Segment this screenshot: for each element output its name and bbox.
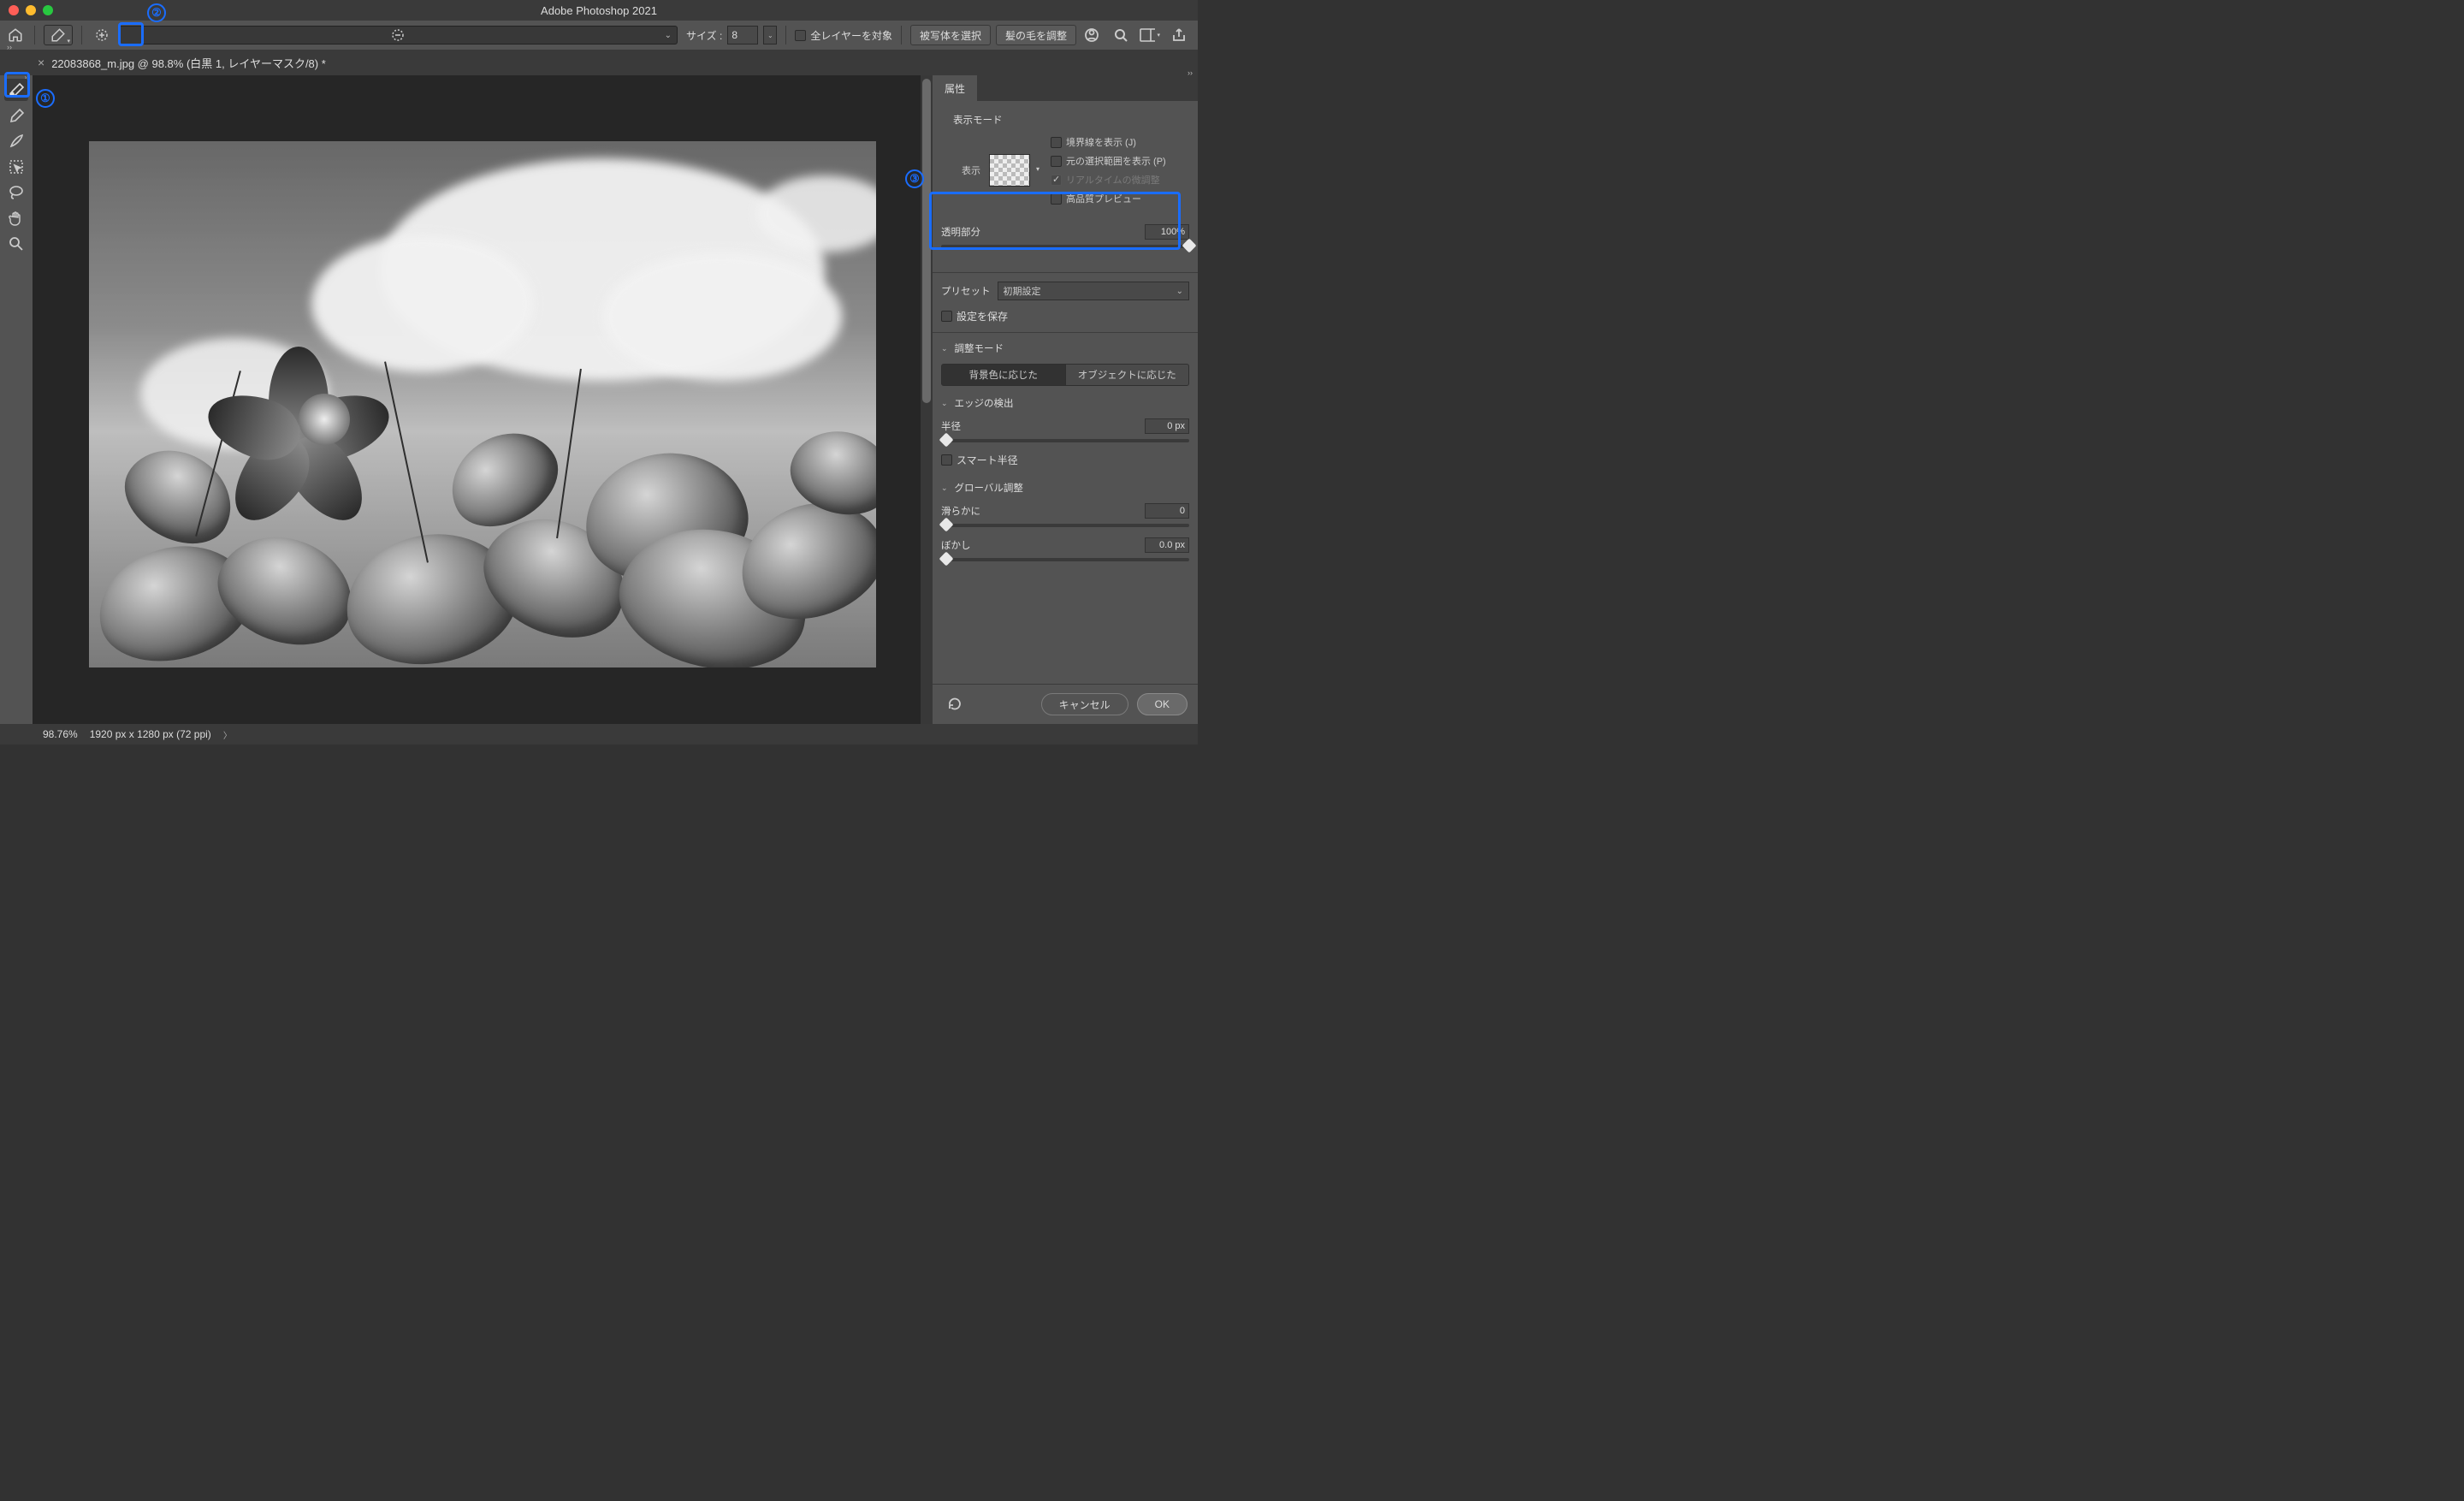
status-bar: 98.76% 1920 px x 1280 px (72 ppi) 〉 bbox=[0, 724, 1198, 745]
show-original-checkbox[interactable]: 元の選択範囲を表示 (P) bbox=[1051, 154, 1166, 168]
options-bar: サイズ : ⌄ 全レイヤーを対象 被写体を選択 髪の毛を調整 ▾ bbox=[0, 21, 1198, 50]
feather-slider[interactable] bbox=[941, 558, 1189, 561]
view-label: 表示 bbox=[962, 163, 980, 177]
radius-slider[interactable] bbox=[941, 439, 1189, 442]
checkbox-label: 全レイヤーを対象 bbox=[810, 28, 892, 43]
subtract-from-selection-icon[interactable] bbox=[118, 26, 678, 44]
status-arrow-icon[interactable]: 〉 bbox=[223, 728, 232, 741]
share-icon[interactable] bbox=[1169, 25, 1189, 45]
minimize-window-icon[interactable] bbox=[26, 5, 36, 15]
annotation-number-1: ① bbox=[36, 89, 55, 108]
document-tab-title[interactable]: 22083868_m.jpg @ 98.8% (白黒 1, レイヤーマスク/8)… bbox=[51, 55, 326, 71]
adjust-mode-segmented: 背景色に応じた オブジェクトに応じた bbox=[941, 364, 1189, 386]
adjust-mode-heading[interactable]: ⌄調整モード bbox=[941, 341, 1189, 355]
edge-detection-heading[interactable]: ⌄エッジの検出 bbox=[941, 396, 1189, 410]
properties-tab[interactable]: 属性 bbox=[933, 75, 977, 101]
smart-radius-checkbox[interactable]: スマート半径 bbox=[941, 453, 1189, 467]
expand-chevrons-icon[interactable]: ›› bbox=[7, 43, 12, 51]
preset-label: プリセット bbox=[941, 284, 991, 298]
smooth-label: 滑らかに bbox=[941, 504, 980, 518]
add-to-selection-icon[interactable] bbox=[91, 25, 113, 45]
title-bar: Adobe Photoshop 2021 bbox=[0, 0, 1198, 21]
brush-preset-picker[interactable] bbox=[44, 25, 73, 45]
brush-size-dropdown-icon[interactable]: ⌄ bbox=[763, 26, 777, 44]
left-toolbar: ›› bbox=[0, 75, 33, 724]
color-aware-button[interactable]: 背景色に応じた bbox=[941, 364, 1066, 386]
sample-all-layers-checkbox[interactable]: 全レイヤーを対象 bbox=[795, 28, 892, 43]
remember-settings-checkbox[interactable]: 設定を保存 bbox=[941, 309, 1189, 323]
transparency-slider[interactable] bbox=[941, 245, 1189, 248]
zoom-tool[interactable] bbox=[4, 233, 28, 255]
ok-button[interactable]: OK bbox=[1137, 693, 1188, 715]
realtime-refine-checkbox: リアルタイムの微調整 bbox=[1051, 173, 1166, 187]
vertical-scrollbar[interactable] bbox=[921, 75, 933, 724]
quick-selection-tool[interactable] bbox=[4, 79, 28, 101]
feather-value-input[interactable]: 0.0 px bbox=[1145, 537, 1189, 553]
object-selection-tool[interactable] bbox=[4, 156, 28, 178]
tab-close-icon[interactable]: × bbox=[38, 56, 44, 69]
show-edge-checkbox[interactable]: 境界線を表示 (J) bbox=[1051, 135, 1166, 149]
canvas-area bbox=[33, 75, 933, 724]
window-controls bbox=[0, 5, 53, 15]
cloud-documents-icon[interactable] bbox=[1081, 25, 1102, 45]
document-tab-bar: ›› × 22083868_m.jpg @ 98.8% (白黒 1, レイヤーマ… bbox=[0, 50, 1198, 75]
radius-label: 半径 bbox=[941, 419, 961, 433]
brush-size-input[interactable] bbox=[727, 26, 758, 44]
brush-tool[interactable] bbox=[4, 130, 28, 152]
status-zoom[interactable]: 98.76% bbox=[43, 728, 78, 740]
properties-panel: ›› 属性 表示モード 表示 境界線を表示 (J) 元の選択範囲を表示 (P) … bbox=[933, 75, 1198, 724]
hq-preview-checkbox[interactable]: 高品質プレビュー bbox=[1051, 192, 1166, 205]
workspace-switcher-icon[interactable]: ▾ bbox=[1140, 25, 1160, 45]
radius-value-input[interactable]: 0 px bbox=[1145, 418, 1189, 434]
preset-select[interactable]: 初期設定 bbox=[998, 282, 1190, 300]
select-subject-button[interactable]: 被写体を選択 bbox=[910, 25, 991, 45]
lasso-tool[interactable] bbox=[4, 181, 28, 204]
maximize-window-icon[interactable] bbox=[43, 5, 53, 15]
checkbox-icon bbox=[795, 30, 806, 41]
transparency-value-input[interactable]: 100% bbox=[1145, 224, 1189, 240]
refine-hair-button[interactable]: 髪の毛を調整 bbox=[996, 25, 1076, 45]
hand-tool[interactable] bbox=[4, 207, 28, 229]
cancel-button[interactable]: キャンセル bbox=[1041, 693, 1128, 715]
transparency-label: 透明部分 bbox=[941, 225, 980, 239]
search-icon[interactable] bbox=[1111, 25, 1131, 45]
size-label: サイズ : bbox=[686, 28, 722, 43]
close-window-icon[interactable] bbox=[9, 5, 19, 15]
reset-icon[interactable] bbox=[943, 695, 965, 714]
smooth-value-input[interactable]: 0 bbox=[1145, 503, 1189, 519]
status-doc-info[interactable]: 1920 px x 1280 px (72 ppi) bbox=[90, 728, 211, 740]
panel-footer: キャンセル OK bbox=[933, 684, 1198, 724]
feather-label: ぼかし bbox=[941, 538, 971, 552]
smooth-slider[interactable] bbox=[941, 524, 1189, 527]
view-mode-thumbnail[interactable] bbox=[989, 154, 1030, 187]
refine-edge-brush-tool[interactable] bbox=[4, 104, 28, 127]
global-refine-heading[interactable]: ⌄グローバル調整 bbox=[941, 481, 1189, 495]
document-canvas[interactable] bbox=[89, 141, 876, 667]
annotation-number-2: ② bbox=[147, 3, 166, 22]
app-title: Adobe Photoshop 2021 bbox=[541, 4, 657, 17]
annotation-number-3: ③ bbox=[905, 169, 924, 188]
view-mode-heading: 表示モード bbox=[953, 113, 1189, 127]
object-aware-button[interactable]: オブジェクトに応じた bbox=[1066, 364, 1190, 386]
collapse-chevrons-icon[interactable]: ›› bbox=[1188, 68, 1193, 77]
